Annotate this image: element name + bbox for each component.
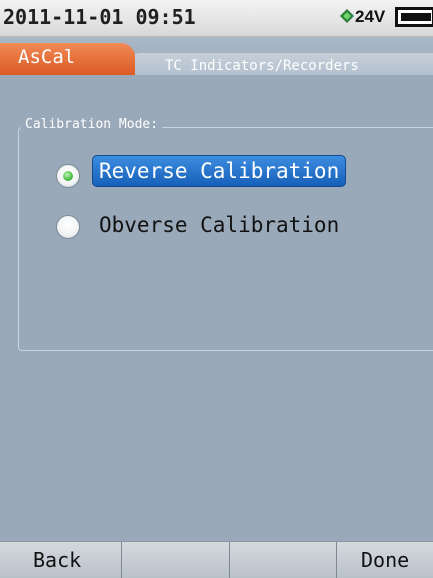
done-button[interactable]: Done: [337, 542, 433, 578]
back-button[interactable]: Back: [0, 542, 122, 578]
softkey-bar: Back Done: [0, 541, 433, 578]
softkey-3[interactable]: [230, 542, 337, 578]
power-supply-icon: [340, 9, 354, 23]
datetime: 2011-11-01 09:51: [3, 5, 196, 29]
main-content: [0, 75, 433, 541]
tab-ascal[interactable]: AsCal: [0, 43, 135, 75]
reverse-calibration-option[interactable]: Reverse Calibration: [92, 155, 347, 187]
obverse-calibration-option[interactable]: Obverse Calibration: [99, 213, 339, 237]
voltage-readout: 24V: [355, 7, 386, 26]
radio-selected-dot: [63, 171, 73, 181]
softkey-2[interactable]: [122, 542, 230, 578]
calibration-mode-legend: Calibration Mode:: [21, 117, 163, 132]
reverse-calibration-radio[interactable]: [56, 164, 80, 188]
done-button-label: Done: [361, 548, 410, 572]
status-bar: 2011-11-01 09:51 24V: [0, 0, 433, 37]
obverse-calibration-radio[interactable]: [56, 215, 80, 239]
back-button-label: Back: [33, 548, 82, 572]
battery-icon: [395, 7, 433, 27]
tab-active-label: AsCal: [18, 46, 76, 68]
tab-secondary-label: TC Indicators/Recorders: [165, 58, 359, 74]
tab-bar: TC Indicators/Recorders AsCal: [0, 37, 433, 81]
